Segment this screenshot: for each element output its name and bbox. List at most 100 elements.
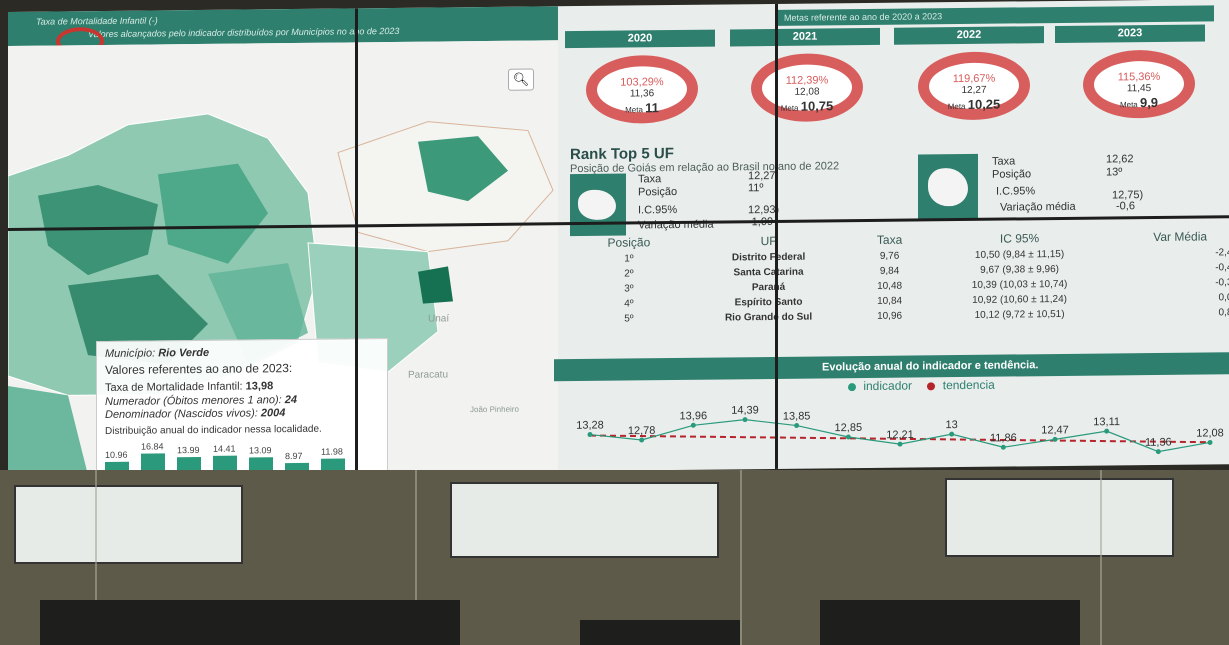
bezel-vertical [355,8,358,474]
indicator-point [949,431,955,437]
indicator-point [794,423,800,429]
popup-municipio-row: Município: Rio Verde [105,347,209,360]
year-header-2022: 2022 [894,26,1044,45]
year-header-2020: 2020 [565,29,715,49]
evolution-legend: indicador tendencia [844,378,995,394]
glass-divider [1100,470,1102,645]
goias-taxa-label: Taxa [638,173,662,186]
rank-cell-pos: 1º [624,253,634,265]
legend-tendencia-label: tendencia [942,377,995,393]
rank-cell-taxa: 10,84 [877,295,903,307]
meta-ring-pct: 115,36% [1117,70,1161,84]
brasil-taxa-label: Taxa [992,155,1016,168]
rank-cell-var: 0,85 [1218,307,1229,319]
meta-ring-value: 11,36 [629,88,655,100]
desk [820,600,1080,645]
control-room [0,470,1229,645]
indicator-point [1052,436,1058,442]
indicator-value-label: 13 [946,419,958,431]
rank-column-header[interactable]: IC 95% [917,228,1122,248]
rank-cell-uf: Rio Grande do Sul [724,311,813,324]
brasil-posicao-value: 13º [1106,166,1123,179]
legend-indicador-dot [848,382,856,392]
background-monitor [945,478,1174,557]
rank-column-header[interactable]: Var Média [1122,227,1229,246]
map-label-joao-pinheiro: João Pinheiro [470,404,519,415]
rank-cell-var: -0,45 [1215,262,1229,274]
map-search-button[interactable]: 🔍︎ [508,68,534,91]
goias-shape [578,189,616,221]
map-label-paracatu: Paracatu [408,369,449,381]
video-wall: Taxa de Mortalidade Infantil (-) Valores… [8,0,1229,477]
meta-ring-target-label: Meta [780,103,801,113]
rank-column-header[interactable]: UF [675,231,863,251]
indicator-value-label: 13,28 [576,419,604,431]
rank-cell-taxa: 10,48 [877,280,903,292]
goias-ic-label: I.C.95% [638,203,678,217]
meta-ring-2022: 119,67% 12,27 Meta 10,25 [918,51,1030,121]
map-header: Taxa de Mortalidade Infantil (-) Valores… [8,6,558,56]
brasil-ic-label: I.C.95% [996,185,1036,198]
desk [40,600,460,645]
search-icon: 🔍︎ [512,71,530,87]
municipality-popup: Município: Rio Verde Valores referentes … [96,338,388,477]
bezel-vertical [775,3,778,469]
rank-cell-pos: 2º [624,268,634,280]
popup-taxa-value: 13,98 [245,380,274,393]
meta-ring-target: Meta 9,9 [1119,95,1158,110]
meta-ring-target-value: 10,75 [800,98,834,114]
meta-ring-target: Meta 10,25 [947,97,1001,112]
rank-cell-taxa: 9,84 [879,265,900,277]
meta-ring-target-value: 9,9 [1139,94,1159,111]
rank-cell-ic: 10,12 (9,72 ± 10,51) [974,308,1065,321]
mini-bar-label: 11.98 [321,446,343,457]
indicator-point [897,441,903,447]
indicator-point [1207,439,1213,445]
meta-ring-target-label: Meta [1119,100,1140,110]
indicator-point [690,422,696,428]
popup-numerador-label: Numerador (Óbitos menores 1 ano): [105,394,282,408]
indicator-value-label: 13,96 [680,410,708,422]
meta-ring-target-label: Meta [947,101,968,112]
mini-bar-label: 13.99 [177,444,200,456]
background-monitor [14,485,243,564]
indicator-value-label: 13,11 [1093,416,1120,428]
indicator-point [639,437,645,443]
popup-numerador-value: 24 [284,393,297,407]
meta-ring-2023: 115,36% 11,45 Meta 9,9 [1083,49,1195,119]
rank-cell-pos: 3º [624,283,634,295]
legend-tendencia-dot [927,382,936,391]
popup-municipio-label: Município: [105,347,156,360]
meta-ring-value: 12,27 [961,84,987,97]
year-header-2021: 2021 [730,27,880,47]
meta-ring-target: Meta 11 [625,100,659,115]
indicator-point [742,417,748,423]
indicator-value-label: 12,21 [886,429,914,441]
rank-cell-pos: 5º [624,313,634,325]
rank-cell-pos: 4º [624,298,634,310]
indicator-point [1155,449,1161,455]
rank-column-header[interactable]: Taxa [862,230,917,249]
indicator-value-label: 12,47 [1041,424,1069,436]
indicator-value-label: 11,86 [990,432,1017,444]
meta-ring-2020: 103,29% 11,36 Meta 11 [586,54,698,124]
mini-bar-label: 16.84 [141,441,164,452]
rank-cell-var: -0,37 [1215,277,1229,289]
popup-denominador-value: 2004 [260,407,286,420]
map-region-j [8,386,88,476]
meta-ring-target-value: 11 [645,100,659,116]
map-subtitle: Valores alcançados pelo indicador distri… [88,25,400,40]
goias-taxa-value: 12,27 [748,169,776,183]
map-region-i [418,266,453,304]
rank-column-header[interactable]: Posição [583,233,675,252]
meta-ring-target-label: Meta [625,105,646,115]
meta-ring-target: Meta 10,75 [780,98,834,113]
indicator-value-label: 11,36 [1145,436,1172,448]
indicator-value-label: 13,85 [783,410,811,422]
map-title: Taxa de Mortalidade Infantil (-) [36,15,158,27]
meta-ring-target-value: 10,25 [967,96,1001,112]
brasil-posicao-label: Posição [992,168,1032,181]
glass-divider [740,470,742,645]
legend-indicador-label: indicador [863,378,913,394]
indicator-point [1000,444,1006,450]
